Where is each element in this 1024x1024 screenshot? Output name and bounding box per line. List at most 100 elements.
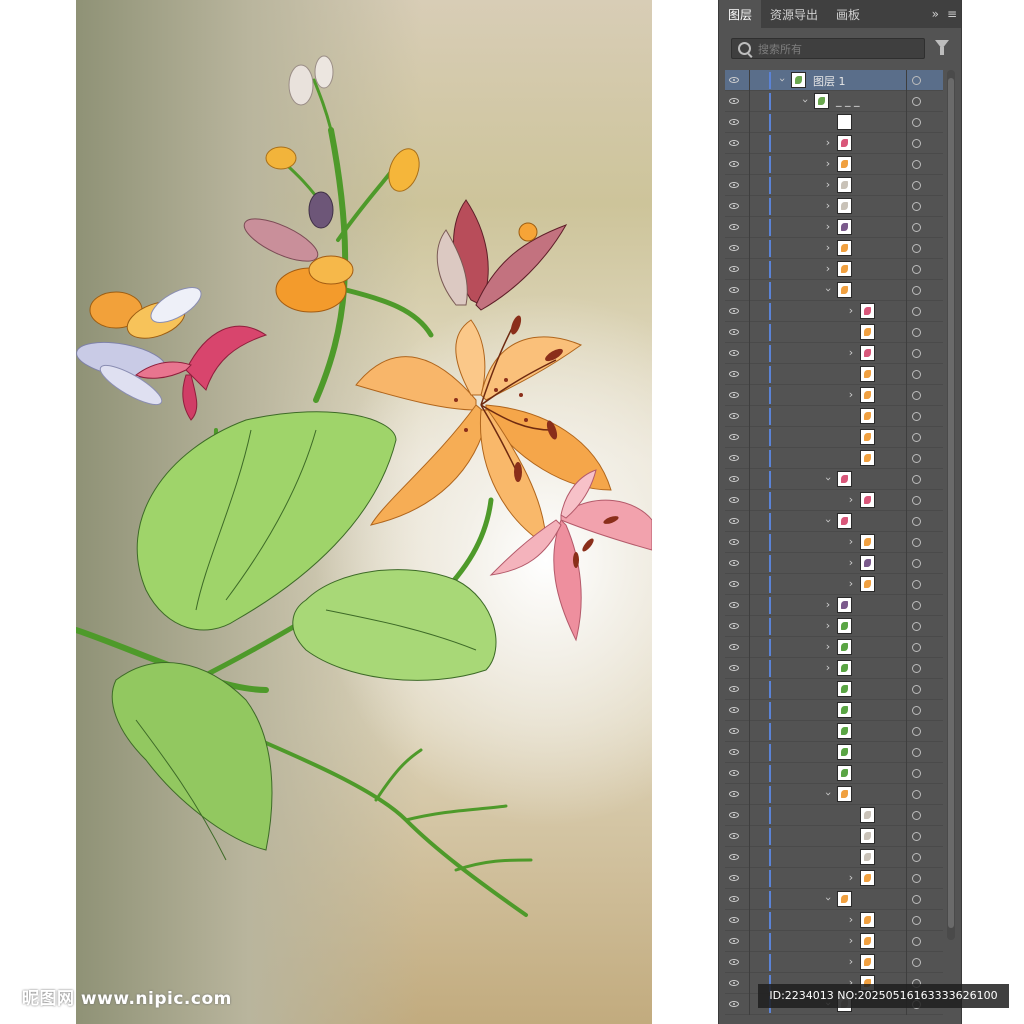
layer-row[interactable]: › _ _ _ [725,91,943,112]
target-circle-icon[interactable] [912,76,921,85]
target-circle-icon[interactable] [912,265,921,274]
visibility-eye-icon[interactable] [729,119,739,125]
tab-asset-export[interactable]: 资源导出 [761,0,827,28]
layer-row[interactable] [725,721,943,742]
target-circle-icon[interactable] [912,559,921,568]
target-circle-icon[interactable] [912,664,921,673]
collapsed-chevron-icon[interactable]: › [846,536,856,548]
visibility-eye-icon[interactable] [729,371,739,377]
visibility-eye-icon[interactable] [729,602,739,608]
layer-row[interactable] [725,847,943,868]
visibility-eye-icon[interactable] [729,392,739,398]
collapsed-chevron-icon[interactable]: › [823,641,833,653]
visibility-eye-icon[interactable] [729,434,739,440]
visibility-eye-icon[interactable] [729,749,739,755]
layer-row[interactable]: › [725,910,943,931]
visibility-eye-icon[interactable] [729,455,739,461]
target-circle-icon[interactable] [912,769,921,778]
layer-row[interactable]: › [725,574,943,595]
layer-row[interactable] [725,700,943,721]
target-circle-icon[interactable] [912,454,921,463]
visibility-eye-icon[interactable] [729,791,739,797]
target-circle-icon[interactable] [912,181,921,190]
visibility-eye-icon[interactable] [729,875,739,881]
target-circle-icon[interactable] [912,328,921,337]
visibility-eye-icon[interactable] [729,1001,739,1007]
layer-row[interactable]: › [725,133,943,154]
layer-name[interactable]: 图层 1 [813,73,846,89]
layer-row[interactable]: › [725,259,943,280]
visibility-eye-icon[interactable] [729,497,739,503]
visibility-eye-icon[interactable] [729,182,739,188]
visibility-eye-icon[interactable] [729,770,739,776]
expanded-chevron-icon[interactable]: › [822,516,835,526]
layer-row[interactable]: › [725,469,943,490]
target-circle-icon[interactable] [912,895,921,904]
target-circle-icon[interactable] [912,349,921,358]
collapsed-chevron-icon[interactable]: › [823,242,833,254]
target-circle-icon[interactable] [912,433,921,442]
layer-row[interactable]: › [725,931,943,952]
target-circle-icon[interactable] [912,832,921,841]
target-circle-icon[interactable] [912,244,921,253]
visibility-eye-icon[interactable] [729,665,739,671]
collapsed-chevron-icon[interactable]: › [846,872,856,884]
visibility-eye-icon[interactable] [729,812,739,818]
target-circle-icon[interactable] [912,706,921,715]
collapsed-chevron-icon[interactable]: › [823,158,833,170]
target-circle-icon[interactable] [912,391,921,400]
layer-row[interactable] [725,364,943,385]
collapsed-chevron-icon[interactable]: › [846,389,856,401]
layer-row[interactable] [725,406,943,427]
target-circle-icon[interactable] [912,748,921,757]
visibility-eye-icon[interactable] [729,707,739,713]
visibility-eye-icon[interactable] [729,959,739,965]
collapsed-chevron-icon[interactable]: › [846,557,856,569]
target-circle-icon[interactable] [912,622,921,631]
target-circle-icon[interactable] [912,496,921,505]
visibility-eye-icon[interactable] [729,623,739,629]
collapsed-chevron-icon[interactable]: › [846,578,856,590]
layer-row[interactable]: › 图层 1 [725,70,943,91]
target-circle-icon[interactable] [912,937,921,946]
target-circle-icon[interactable] [912,958,921,967]
expanded-chevron-icon[interactable]: › [822,894,835,904]
visibility-eye-icon[interactable] [729,938,739,944]
collapsed-chevron-icon[interactable]: › [823,662,833,674]
visibility-eye-icon[interactable] [729,224,739,230]
collapsed-chevron-icon[interactable]: › [846,935,856,947]
search-input[interactable] [756,40,920,58]
visibility-eye-icon[interactable] [729,98,739,104]
layer-row[interactable]: › [725,784,943,805]
visibility-eye-icon[interactable] [729,833,739,839]
collapsed-chevron-icon[interactable]: › [846,305,856,317]
collapsed-chevron-icon[interactable]: › [823,599,833,611]
visibility-eye-icon[interactable] [729,644,739,650]
target-circle-icon[interactable] [912,412,921,421]
layer-row[interactable]: › [725,490,943,511]
visibility-eye-icon[interactable] [729,560,739,566]
target-circle-icon[interactable] [912,307,921,316]
layer-row[interactable] [725,742,943,763]
target-circle-icon[interactable] [912,202,921,211]
search-box[interactable] [731,38,925,59]
layer-row[interactable]: › [725,616,943,637]
layer-row[interactable]: › [725,238,943,259]
layer-row[interactable]: › [725,217,943,238]
tab-artboards[interactable]: 画板 [827,0,869,28]
scrollbar[interactable] [947,70,955,940]
layer-row[interactable] [725,763,943,784]
layer-row[interactable]: › [725,196,943,217]
visibility-eye-icon[interactable] [729,980,739,986]
visibility-eye-icon[interactable] [729,329,739,335]
tab-layers[interactable]: 图层 [719,0,762,28]
visibility-eye-icon[interactable] [729,161,739,167]
target-circle-icon[interactable] [912,538,921,547]
layer-row[interactable]: › [725,889,943,910]
visibility-eye-icon[interactable] [729,896,739,902]
layer-row[interactable]: › [725,532,943,553]
visibility-eye-icon[interactable] [729,77,739,83]
target-circle-icon[interactable] [912,118,921,127]
target-circle-icon[interactable] [912,601,921,610]
collapsed-chevron-icon[interactable]: › [823,137,833,149]
